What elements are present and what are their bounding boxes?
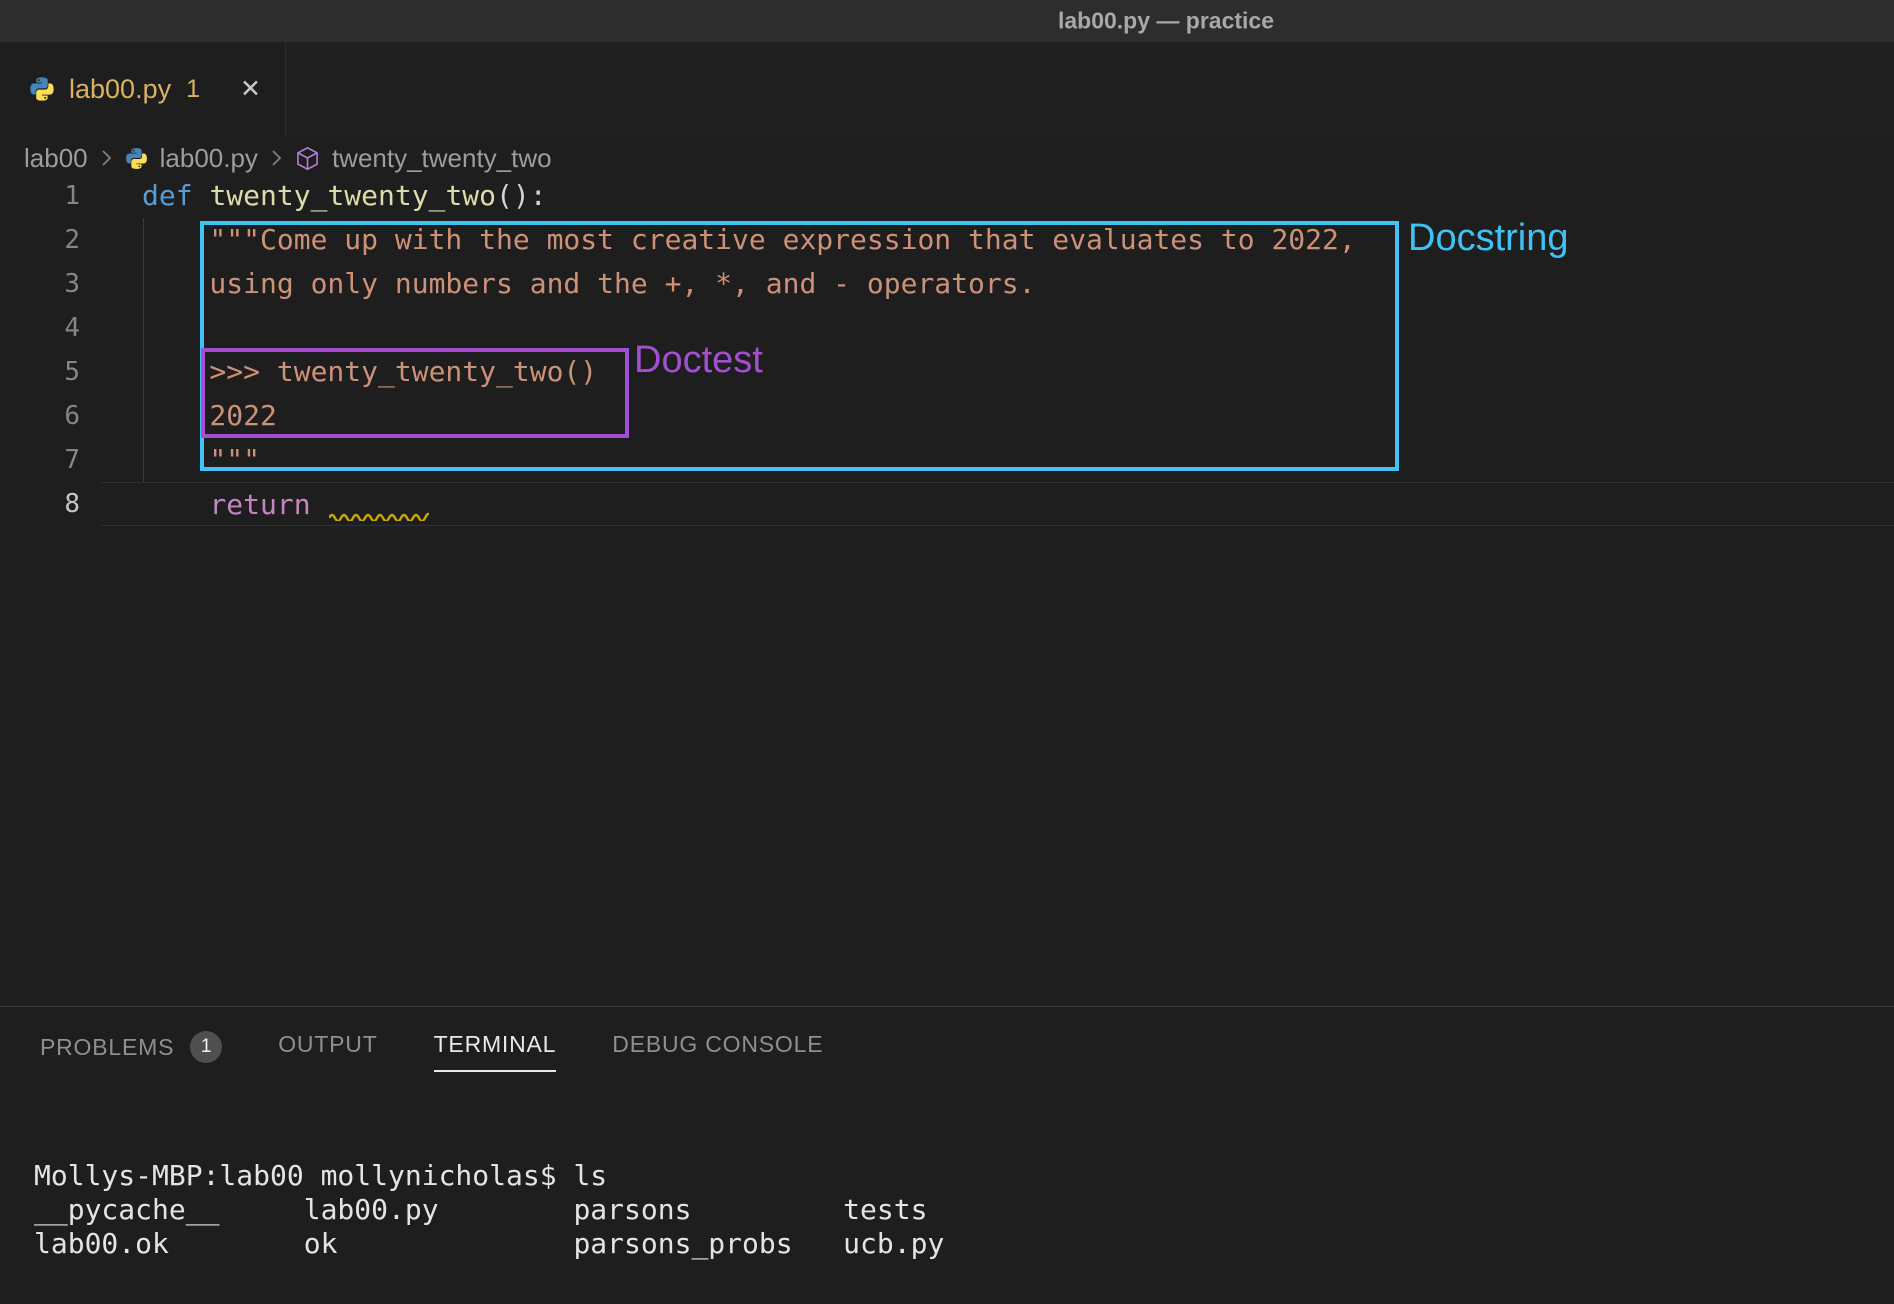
panel-tab-label: TERMINAL bbox=[434, 1031, 557, 1058]
breadcrumb-symbol[interactable]: twenty_twenty_two bbox=[332, 143, 552, 174]
code-line-4[interactable]: 4 bbox=[0, 306, 1894, 350]
line-number: 7 bbox=[0, 438, 80, 482]
tab-filename: lab00.py bbox=[69, 74, 171, 105]
code-line-2[interactable]: 2 """Come up with the most creative expr… bbox=[0, 218, 1894, 262]
panel-tab-label: PROBLEMS bbox=[40, 1034, 174, 1061]
panel-tab-debug-console[interactable]: DEBUG CONSOLE bbox=[612, 1031, 823, 1072]
panel-tabs: PROBLEMS 1 OUTPUT TERMINAL DEBUG CONSOLE bbox=[0, 1007, 1894, 1077]
terminal[interactable]: Mollys-MBP:lab00 mollynicholas$ ls__pyca… bbox=[34, 1091, 944, 1304]
code-text: def twenty_twenty_two(): bbox=[102, 174, 1894, 218]
panel-tab-label: OUTPUT bbox=[278, 1031, 377, 1058]
close-icon[interactable]: ✕ bbox=[240, 74, 261, 104]
code-text: """Come up with the most creative expres… bbox=[102, 218, 1894, 262]
code-text: """ bbox=[102, 438, 1894, 482]
code-lines: 1def twenty_twenty_two():2 """Come up wi… bbox=[0, 174, 1894, 526]
terminal-line: __pycache__ lab00.py parsons tests bbox=[34, 1193, 944, 1227]
breadcrumb-file[interactable]: lab00.py bbox=[160, 143, 258, 174]
code-text: 2022 bbox=[102, 394, 1894, 438]
code-text: using only numbers and the +, *, and - o… bbox=[102, 262, 1894, 306]
chevron-right-icon bbox=[99, 146, 113, 170]
line-number: 5 bbox=[0, 350, 80, 394]
line-number: 1 bbox=[0, 174, 80, 218]
editor-tab-lab00[interactable]: lab00.py 1 ✕ bbox=[0, 42, 286, 136]
line-number: 8 bbox=[0, 482, 80, 526]
breadcrumb-folder[interactable]: lab00 bbox=[24, 143, 88, 174]
titlebar: lab00.py — practice bbox=[0, 0, 1894, 42]
problems-count-badge: 1 bbox=[190, 1031, 222, 1063]
code-text: >>> twenty_twenty_two() bbox=[102, 350, 1894, 394]
warning-squiggle-icon bbox=[329, 511, 429, 521]
line-number: 2 bbox=[0, 218, 80, 262]
panel-tab-problems[interactable]: PROBLEMS 1 bbox=[40, 1031, 222, 1077]
tab-warning-count: 1 bbox=[186, 75, 200, 104]
window-title: lab00.py — practice bbox=[1058, 8, 1274, 35]
code-line-8[interactable]: 8 return bbox=[0, 482, 1894, 526]
code-line-3[interactable]: 3 using only numbers and the +, *, and -… bbox=[0, 262, 1894, 306]
line-number: 4 bbox=[0, 306, 80, 350]
code-line-1[interactable]: 1 def twenty_twenty_two(): bbox=[0, 174, 1894, 218]
indent-guide bbox=[143, 218, 144, 482]
code-line-7[interactable]: 7 """ bbox=[0, 438, 1894, 482]
tab-strip: lab00.py 1 ✕ bbox=[0, 42, 1894, 136]
chevron-right-icon bbox=[269, 146, 283, 170]
panel-tab-label: DEBUG CONSOLE bbox=[612, 1031, 823, 1058]
panel-tab-terminal[interactable]: TERMINAL bbox=[434, 1031, 557, 1072]
panel-tab-output[interactable]: OUTPUT bbox=[278, 1031, 377, 1072]
python-icon bbox=[28, 75, 56, 103]
bottom-panel: PROBLEMS 1 OUTPUT TERMINAL DEBUG CONSOLE Mol… bbox=[0, 1006, 1894, 1304]
terminal-line: Mollys-MBP:lab00 mollynicholas$ ls bbox=[34, 1159, 944, 1193]
symbol-method-icon bbox=[294, 145, 321, 172]
code-line-5[interactable]: 5 >>> twenty_twenty_two() bbox=[0, 350, 1894, 394]
code-text: return bbox=[102, 482, 1894, 526]
line-number: 6 bbox=[0, 394, 80, 438]
editor[interactable]: 1def twenty_twenty_two():2 """Come up wi… bbox=[0, 174, 1894, 1006]
python-icon bbox=[124, 146, 149, 171]
vscode-window: lab00.py — practice lab00.py 1 ✕ lab00 bbox=[0, 0, 1894, 1304]
terminal-output: Mollys-MBP:lab00 mollynicholas$ ls__pyca… bbox=[34, 1159, 944, 1261]
code-text bbox=[102, 306, 1894, 350]
terminal-line: lab00.ok ok parsons_probs ucb.py bbox=[34, 1227, 944, 1261]
code-line-6[interactable]: 6 2022 bbox=[0, 394, 1894, 438]
line-number: 3 bbox=[0, 262, 80, 306]
